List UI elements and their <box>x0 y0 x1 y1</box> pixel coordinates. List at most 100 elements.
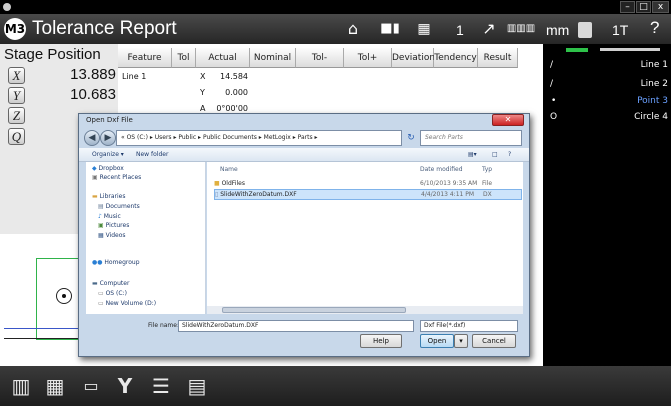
nav-item-libraries[interactable]: ▬ Libraries <box>92 193 126 201</box>
point-feature-icon: • <box>551 96 557 106</box>
table-row-actual: 0°00'00 <box>216 104 248 113</box>
list-item-selected[interactable]: ▯ SlideWithZeroDatum.DXF 4/4/2013 4:11 P… <box>214 189 522 200</box>
forward-button[interactable]: ▶ <box>100 130 116 146</box>
file-name-input[interactable]: SlideWithZeroDatum.DXF <box>178 320 414 332</box>
drive-icon: ▭ <box>98 300 106 307</box>
file-name: SlideWithZeroDatum.DXF <box>220 191 297 198</box>
window-maximize-button[interactable]: □ <box>636 1 651 13</box>
open-button[interactable]: Open <box>420 334 454 348</box>
table-row-feature[interactable]: Line 1 <box>122 72 146 81</box>
refresh-icon[interactable]: ↻ <box>404 131 418 145</box>
stage-position-title: Stage Position <box>4 46 101 63</box>
search-input[interactable]: Search Parts <box>420 130 522 146</box>
window-minimize-button[interactable]: – <box>620 1 635 13</box>
videos-icon: ▦ <box>98 232 106 239</box>
nav-item-label: Music <box>103 213 121 220</box>
table-row-axis: Y <box>200 88 205 97</box>
report-icon[interactable]: ▤ <box>186 374 208 398</box>
lock-icon[interactable] <box>578 22 592 38</box>
ruler-icon[interactable]: ▥▥▥ <box>504 19 538 39</box>
window-titlebar <box>0 0 671 14</box>
feature-list-item[interactable]: • Point 3 <box>548 95 668 108</box>
feature-list-item[interactable]: / Line 1 <box>548 59 668 72</box>
list-icon[interactable]: ☰ <box>148 374 174 398</box>
features-icon[interactable]: ▥ <box>10 374 32 398</box>
m3-logo: M3 <box>4 18 26 40</box>
nav-item-dropbox[interactable]: ◆ Dropbox <box>92 165 124 173</box>
col-header-result[interactable]: Result <box>478 48 518 68</box>
y-axis-button[interactable]: Y <box>8 87 25 104</box>
organize-menu[interactable]: Organize ▾ <box>92 150 124 160</box>
feature-label: Point 3 <box>637 96 668 106</box>
col-header-tendency[interactable]: Tendency <box>434 48 478 68</box>
feature-label: Line 2 <box>640 79 668 89</box>
z-axis-button[interactable]: Z <box>8 107 25 124</box>
table-row-axis: A <box>200 104 206 113</box>
feature-list-item[interactable]: / Line 2 <box>548 78 668 91</box>
home-icon[interactable]: ⌂ <box>341 19 365 39</box>
file-name: OldFiles <box>221 180 245 187</box>
table-icon[interactable]: ▦ <box>44 374 66 398</box>
circle-center-dot <box>62 294 66 298</box>
view-options-icon[interactable]: ▤▾ <box>468 150 477 160</box>
probe-y-icon[interactable]: Y <box>114 374 136 398</box>
dialog-close-button[interactable]: ✕ <box>492 114 524 126</box>
feature-list-item[interactable]: O Circle 4 <box>548 111 668 124</box>
col-header-feature[interactable]: Feature <box>118 48 172 68</box>
nav-item-new-volume-d[interactable]: ▭ New Volume (D:) <box>98 300 156 308</box>
file-type: File <box>482 180 493 187</box>
cancel-button[interactable]: Cancel <box>472 334 516 348</box>
col-header-tol-minus[interactable]: Tol- <box>296 48 344 68</box>
nav-item-videos[interactable]: ▦ Videos <box>98 232 126 240</box>
nav-item-label: OS (C:) <box>105 290 127 297</box>
nav-item-label: Recent Places <box>99 174 142 181</box>
display-icon[interactable]: ▭ <box>78 374 104 398</box>
y-axis-value: 10.683 <box>70 86 116 103</box>
table-row-actual: 14.584 <box>220 72 248 81</box>
col-header-nominal[interactable]: Nominal <box>250 48 296 68</box>
file-date: 4/4/2013 4:11 PM <box>421 191 475 198</box>
list-item[interactable]: ■ OldFiles 6/10/2013 9:35 AM File <box>214 179 522 189</box>
file-date: 6/10/2013 9:35 AM <box>420 180 478 187</box>
nav-item-label: Libraries <box>99 193 126 200</box>
col-header-name[interactable]: Name <box>220 166 238 174</box>
preview-pane-icon[interactable]: □ <box>492 150 498 160</box>
window-close-button[interactable]: x <box>652 1 669 13</box>
col-header-tol-plus[interactable]: Tol+ <box>344 48 392 68</box>
table-row-axis: X <box>200 72 206 81</box>
units-label[interactable]: mm <box>546 21 569 39</box>
col-header-tol[interactable]: Tol <box>172 48 196 68</box>
nav-item-os-c[interactable]: ▭ OS (C:) <box>98 290 127 298</box>
nav-item-homegroup[interactable]: ●● Homegroup <box>92 259 140 267</box>
folder-icon: ■ <box>214 180 222 187</box>
nav-item-label: Dropbox <box>98 165 124 172</box>
nav-item-documents[interactable]: ▤ Documents <box>98 203 140 211</box>
grid-table-icon[interactable]: ▦ <box>412 19 436 39</box>
file-type-select[interactable]: Dxf File(*.dxf) <box>420 320 518 332</box>
app-small-icon <box>3 3 11 11</box>
nav-item-pictures[interactable]: ▣ Pictures <box>98 222 129 230</box>
x-axis-button[interactable]: X <box>8 67 25 84</box>
back-button[interactable]: ◀ <box>84 130 100 146</box>
open-dropdown-arrow[interactable]: ▾ <box>454 334 468 348</box>
help-button[interactable]: Help <box>360 334 402 348</box>
new-folder-button[interactable]: New folder <box>136 150 168 160</box>
help-button[interactable]: ? <box>650 19 659 37</box>
col-header-deviation[interactable]: Deviation <box>392 48 435 68</box>
computer-icon: ▬ <box>92 280 100 287</box>
help-icon[interactable]: ? <box>508 150 511 160</box>
video-icon[interactable]: ■▮ <box>375 19 405 39</box>
q-axis-button[interactable]: Q <box>8 128 25 145</box>
col-header-date-modified[interactable]: Date modified <box>420 166 463 174</box>
nav-item-computer[interactable]: ▬ Computer <box>92 280 129 288</box>
scrollbar-thumb[interactable] <box>222 307 406 313</box>
col-header-type[interactable]: Typ <box>482 166 492 174</box>
col-header-actual[interactable]: Actual <box>196 48 250 68</box>
circle-feature-icon: O <box>550 112 558 122</box>
toolbar-label[interactable]: 1T <box>612 21 628 39</box>
libraries-icon: ▬ <box>92 193 100 200</box>
address-bar[interactable]: « OS (C:) ▸ Users ▸ Public ▸ Public Docu… <box>116 130 402 146</box>
nav-item-recent-places[interactable]: ▣ Recent Places <box>92 174 141 182</box>
nav-item-music[interactable]: ♪ Music <box>98 213 121 221</box>
probe-icon[interactable]: ↗ <box>478 19 500 39</box>
